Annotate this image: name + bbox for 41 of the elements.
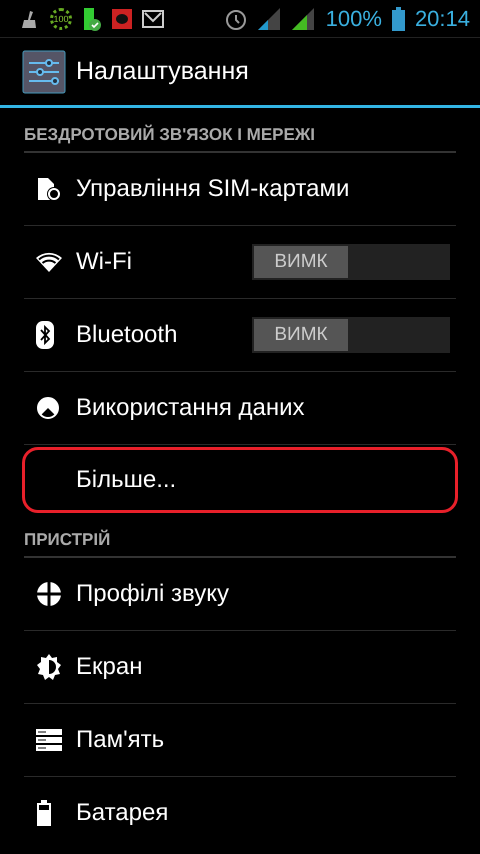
pie-chart-icon xyxy=(36,396,60,420)
item-label: Більше... xyxy=(76,466,176,494)
settings-item[interactable]: Використання даних xyxy=(24,372,456,444)
battery-level-badge: 100 xyxy=(50,8,72,30)
battery-icon xyxy=(36,800,52,826)
sound-profile-icon xyxy=(36,581,62,607)
mail-icon xyxy=(142,10,164,28)
signal-icon xyxy=(292,8,316,30)
settings-item[interactable]: Батарея xyxy=(24,777,456,849)
item-label: Екран xyxy=(76,653,142,681)
toggle-switch[interactable]: ВИМК xyxy=(252,317,450,353)
settings-icon xyxy=(22,50,66,94)
item-label: Bluetooth xyxy=(76,321,178,349)
wifi-icon xyxy=(36,252,62,272)
settings-item[interactable]: Управління SIM-картами xyxy=(24,153,456,225)
settings-item[interactable]: Bluetooth ВИМК xyxy=(24,299,456,371)
signal-icon xyxy=(258,8,282,30)
storage-icon xyxy=(36,729,62,751)
settings-item[interactable]: Профілі звуку xyxy=(24,558,456,630)
section-header: БЕЗДРОТОВИЙ ЗВ'ЯЗОК І МЕРЕЖІ xyxy=(24,119,456,153)
section-header: ПРИСТРІЙ xyxy=(24,524,456,558)
screen-title: Налаштування xyxy=(76,57,249,86)
item-label: Батарея xyxy=(76,799,168,827)
settings-item[interactable]: Екран xyxy=(24,631,456,703)
sim-icon xyxy=(36,176,62,202)
app-icon xyxy=(112,8,132,28)
item-label: Пам'ять xyxy=(76,726,164,754)
battery-charged-icon xyxy=(82,6,102,32)
battery-percent: 100% xyxy=(326,6,382,32)
item-label: Wi-Fi xyxy=(76,248,132,276)
bluetooth-icon xyxy=(36,321,54,349)
settings-item[interactable]: Більше... xyxy=(22,447,458,513)
item-label: Профілі звуку xyxy=(76,580,230,608)
brightness-icon xyxy=(36,654,62,680)
item-label: Використання даних xyxy=(76,394,305,422)
settings-item[interactable]: Wi-Fi ВИМК xyxy=(24,226,456,298)
item-label: Управління SIM-картами xyxy=(76,175,350,203)
battery-icon xyxy=(392,6,405,30)
settings-item[interactable]: Пам'ять xyxy=(24,704,456,776)
clock: 20:14 xyxy=(414,6,470,32)
toggle-switch[interactable]: ВИМК xyxy=(252,244,450,280)
